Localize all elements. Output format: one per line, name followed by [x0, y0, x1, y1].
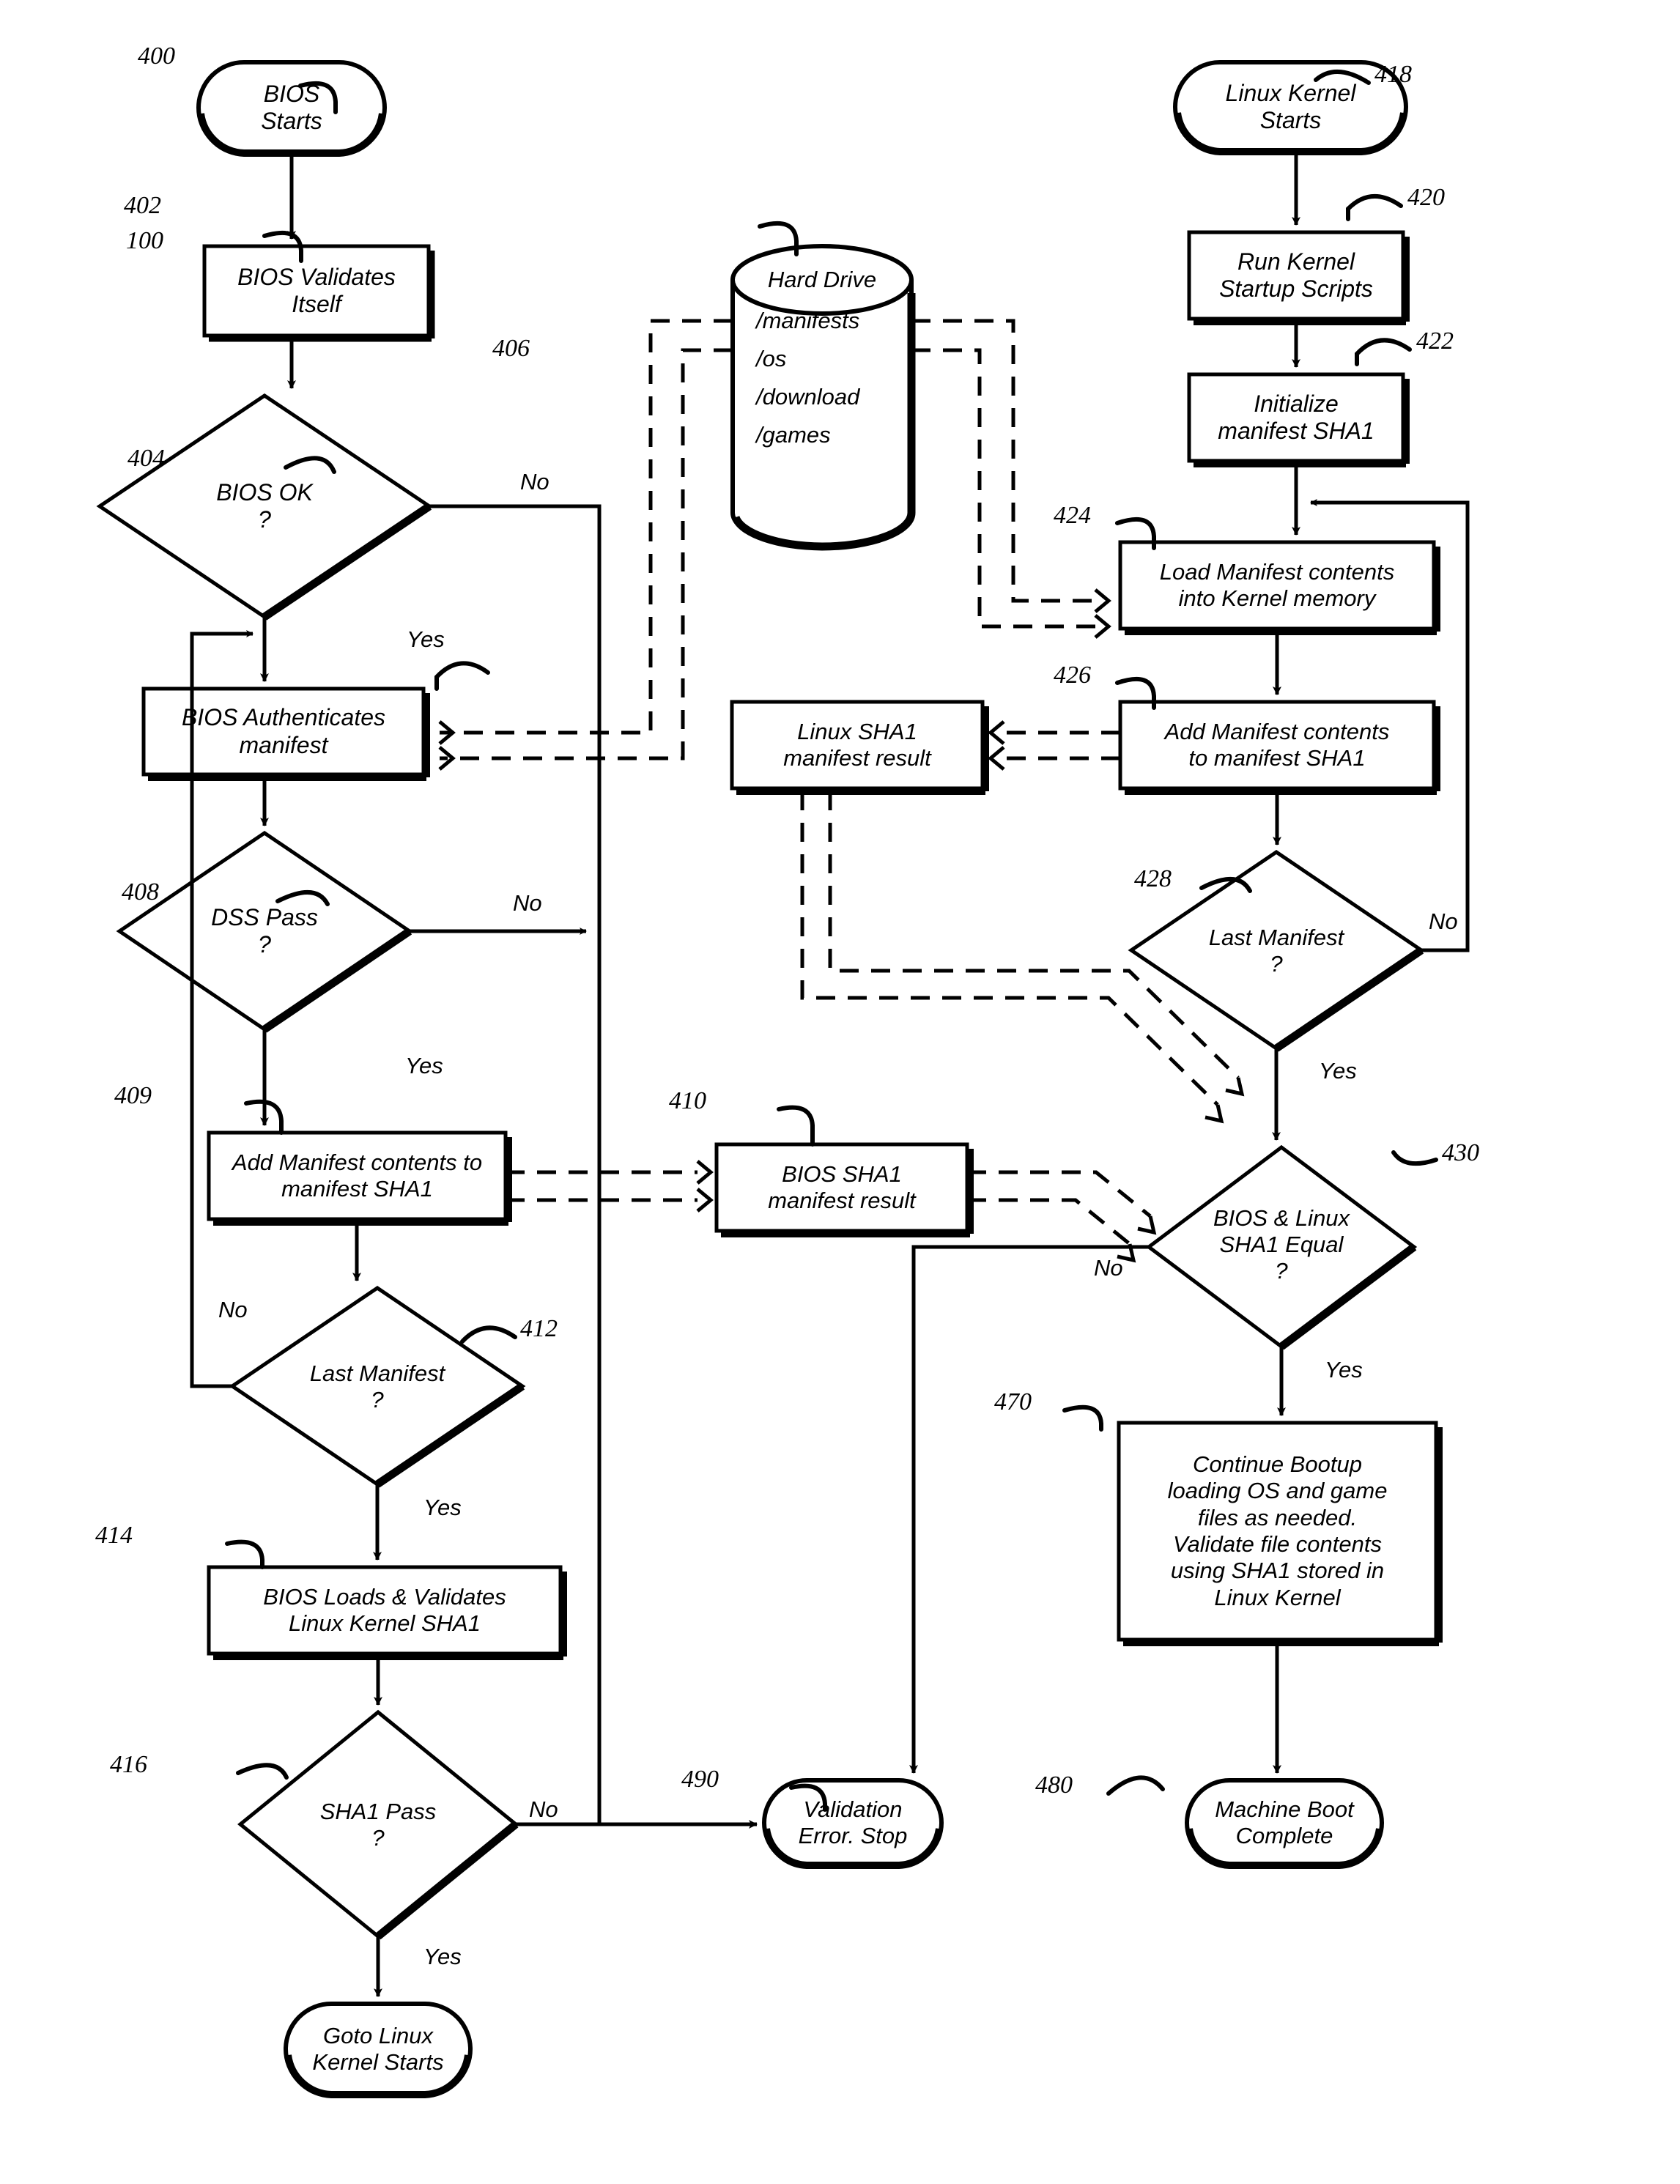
ref-number-418: 418	[1374, 61, 1412, 88]
ref-number-406: 406	[492, 335, 530, 362]
edge-label-430-yes: Yes	[1325, 1357, 1363, 1382]
ref-number-100: 100	[126, 227, 163, 254]
node-404-shape	[96, 393, 433, 621]
edge-label-412-yes: Yes	[423, 1495, 462, 1520]
edge-label-428-yes: Yes	[1319, 1058, 1357, 1084]
node-422-shape	[1187, 372, 1410, 467]
node-409-shape	[207, 1130, 512, 1226]
node-goto-linux-shape	[283, 2002, 473, 2098]
node-412-shape	[229, 1285, 526, 1488]
ref-number-470: 470	[994, 1388, 1032, 1415]
node-400-shape	[196, 60, 387, 157]
edge-label-404-yes: Yes	[407, 626, 445, 652]
edge-label-404-no: No	[520, 469, 549, 495]
node-426-shape	[1118, 700, 1440, 795]
node-490-shape	[761, 1778, 944, 1869]
node-406-shape	[141, 686, 430, 781]
edge-label-412-no: No	[218, 1297, 248, 1322]
node-420-shape	[1187, 230, 1410, 325]
hard-drive-entry-os: /os	[756, 346, 787, 371]
ref-number-400: 400	[138, 42, 175, 70]
hard-drive-entry-games: /games	[756, 422, 831, 448]
ref-number-404: 404	[127, 445, 165, 472]
ref-number-430: 430	[1442, 1139, 1479, 1166]
node-linux-sha1-result-shape	[730, 700, 989, 795]
node-414-shape	[207, 1565, 567, 1660]
ref-number-428: 428	[1134, 865, 1172, 892]
node-480-shape	[1184, 1778, 1384, 1869]
ref-number-424: 424	[1054, 502, 1091, 529]
edge-label-408-yes: Yes	[405, 1053, 443, 1078]
node-408-shape	[116, 830, 413, 1033]
edge-label-416-no: No	[529, 1796, 558, 1822]
node-470-shape	[1117, 1421, 1443, 1646]
edge-label-428-no: No	[1429, 908, 1458, 934]
edge-label-430-no: No	[1094, 1255, 1123, 1281]
hard-drive-entry-download: /download	[756, 384, 860, 410]
edge-label-408-no: No	[513, 890, 542, 916]
edge-label-416-yes: Yes	[423, 1944, 462, 1969]
ref-number-410: 410	[669, 1087, 706, 1114]
node-416-shape	[237, 1709, 519, 1940]
node-428-shape	[1128, 849, 1425, 1052]
ref-number-412: 412	[520, 1315, 558, 1342]
ref-number-426: 426	[1054, 662, 1091, 689]
node-410-shape	[714, 1142, 974, 1237]
ref-number-409: 409	[114, 1082, 152, 1109]
ref-number-416: 416	[110, 1751, 147, 1778]
node-430-shape	[1145, 1144, 1418, 1350]
ref-number-490: 490	[681, 1766, 719, 1793]
node-402-shape	[202, 244, 435, 342]
ref-number-480: 480	[1035, 1772, 1073, 1799]
ref-number-422: 422	[1416, 327, 1454, 355]
hard-drive-entry-manifests: /manifests	[756, 308, 860, 333]
node-418-shape	[1172, 60, 1408, 155]
ref-number-414: 414	[95, 1522, 133, 1549]
ref-number-402: 402	[124, 192, 161, 219]
node-424-shape	[1118, 540, 1440, 635]
ref-number-408: 408	[122, 878, 159, 906]
ref-number-420: 420	[1407, 184, 1445, 211]
figure-canvas: 400 402 100 404 406 408 409 410 412 414 …	[0, 0, 1680, 2184]
